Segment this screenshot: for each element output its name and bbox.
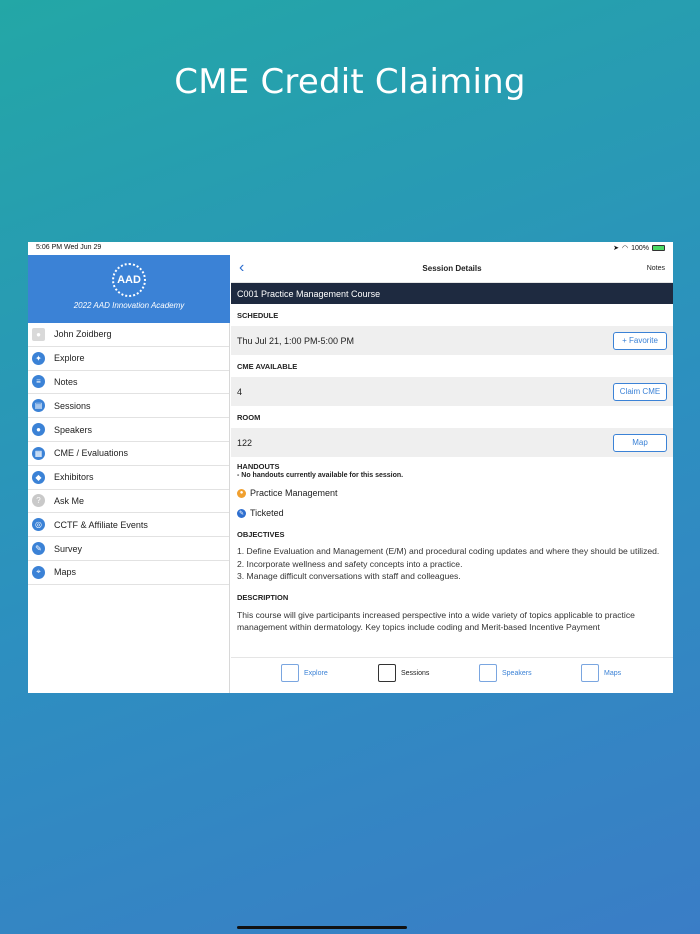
headline: CME Credit Claiming [174,62,526,102]
track-tag[interactable]: ● Practice Management [231,483,673,503]
sidebar-item-profile[interactable]: ● John Zoidberg [28,323,229,347]
objectives-list: 1. Define Evaluation and Management (E/M… [231,545,673,583]
objective-item: 2. Incorporate wellness and safety conce… [237,558,463,569]
compass-icon: ✦ [32,351,45,365]
notes-icon: ≡ [32,375,45,389]
tab-sessions[interactable]: Sessions [378,664,429,682]
sidebar-item-notes[interactable]: ≡ Notes [28,371,229,395]
sidebar-item-explore[interactable]: ✦ Explore [28,347,229,371]
room-label: ROOM [237,412,261,422]
sidebar-item-maps[interactable]: ⌖ Maps [28,561,229,585]
clipboard-icon: ▦ [32,446,45,460]
schedule-row: Thu Jul 21, 1:00 PM-5:00 PM + Favorite [231,326,673,355]
sidebar: AAD 2022 AAD Innovation Academy ● John Zo… [28,255,230,693]
sidebar-item-label: Explore [54,353,85,364]
status-right: ➤ ◠ 100% [613,244,665,252]
objective-item: 3. Manage difficult conversations with s… [237,571,461,581]
notes-button[interactable]: Notes [647,265,665,272]
sidebar-item-label: Ask Me [54,495,85,506]
page-title: Session Details [422,264,482,273]
map-button[interactable]: Map [613,433,667,452]
sidebar-item-sessions[interactable]: ▤ Sessions [28,394,229,419]
ipad-screen: 5:06 PM Wed Jun 29 ➤ ◠ 100% AAD 2022 AAD… [28,242,673,693]
sidebar-item-survey[interactable]: ✎ Survey [28,537,229,561]
person-icon: ● [32,327,45,341]
handouts-label: HANDOUTS [237,462,280,471]
handouts-section: HANDOUTS - No handouts currently availab… [231,457,673,479]
tab-label: Sessions [401,669,430,677]
speaker-icon [479,664,497,682]
sidebar-item-label: Survey [54,543,83,554]
sidebar-item-label: CME / Evaluations [54,448,129,459]
wifi-icon: ◠ [621,245,629,252]
track-tag-label: Practice Management [250,488,338,498]
status-time: 5:06 PM Wed Jun 29 [36,244,102,251]
location-icon: ➤ [613,245,619,252]
session-details-pane: ‹ Session Details Notes C001 Practice Ma… [231,255,673,693]
cme-value: 4 [237,386,243,397]
navigation-bar: ‹ Session Details Notes [231,255,673,283]
exhibitors-icon: ◆ [32,470,45,484]
grid-icon [281,664,299,682]
session-title: C001 Practice Management Course [231,283,673,304]
sidebar-header: AAD 2022 AAD Innovation Academy [28,255,230,323]
aad-logo: AAD [112,263,146,297]
schedule-value: Thu Jul 21, 1:00 PM-5:00 PM [237,335,355,346]
survey-icon: ✎ [32,542,45,556]
tab-maps[interactable]: Maps [581,664,621,682]
map-icon: ⌖ [32,565,45,579]
sidebar-item-label: Exhibitors [54,472,94,483]
question-icon: ? [32,494,45,508]
sidebar-item-exhibitors[interactable]: ◆ Exhibitors [28,466,229,490]
tab-bar: Explore Sessions Speakers Maps [231,657,673,693]
practice-management-dot-icon: ● [237,488,246,498]
tab-label: Explore [304,669,328,677]
schedule-label: SCHEDULE [237,310,279,320]
sidebar-item-label: Maps [54,567,77,578]
events-icon: ◎ [32,518,45,532]
sidebar-item-cme[interactable]: ▦ CME / Evaluations [28,442,229,466]
sidebar-menu: ● John Zoidberg ✦ Explore ≡ Notes ▤ Sessions… [28,323,229,585]
sidebar-item-label: CCTF & Affiliate Events [54,519,148,530]
tab-explore[interactable]: Explore [281,664,328,682]
cme-row: 4 Claim CME [231,377,673,406]
sidebar-item-label: Speakers [54,424,93,435]
map-pin-icon [581,664,599,682]
sidebar-item-speakers[interactable]: ● Speakers [28,418,229,442]
status-bar: 5:06 PM Wed Jun 29 ➤ ◠ 100% [28,242,673,255]
presentation-icon [378,664,396,682]
tab-label: Maps [604,669,622,677]
objectives-label: OBJECTIVES [237,529,285,539]
tab-label: Speakers [502,669,532,677]
ticket-icon: ✎ [237,508,246,518]
ticketed-tag: ✎ Ticketed [231,503,673,523]
ticketed-label: Ticketed [250,508,284,518]
battery-icon [652,245,665,251]
event-subtitle: 2022 AAD Innovation Academy [73,301,185,310]
sidebar-item-ask-me[interactable]: ? Ask Me [28,490,229,514]
room-value: 122 [237,437,253,448]
sidebar-item-label: Notes [54,376,78,387]
favorite-button[interactable]: + Favorite [613,331,667,350]
sidebar-item-cctf[interactable]: ◎ CCTF & Affiliate Events [28,513,229,538]
tab-speakers[interactable]: Speakers [479,664,532,682]
room-row: 122 Map [231,428,673,457]
handouts-note: - No handouts currently available for th… [237,472,404,479]
sessions-icon: ▤ [32,399,45,413]
cme-available-label: CME AVAILABLE [237,361,298,371]
sidebar-item-label: John Zoidberg [54,329,112,340]
claim-cme-button[interactable]: Claim CME [613,382,667,401]
battery-percent: 100% [631,244,649,252]
description-label: DESCRIPTION [237,593,289,602]
description-text: This course will give participants incre… [237,609,635,633]
microphone-icon: ● [32,423,45,437]
objective-item: 1. Define Evaluation and Management (E/M… [237,546,660,556]
home-indicator [237,926,407,929]
sidebar-item-label: Sessions [54,400,91,411]
